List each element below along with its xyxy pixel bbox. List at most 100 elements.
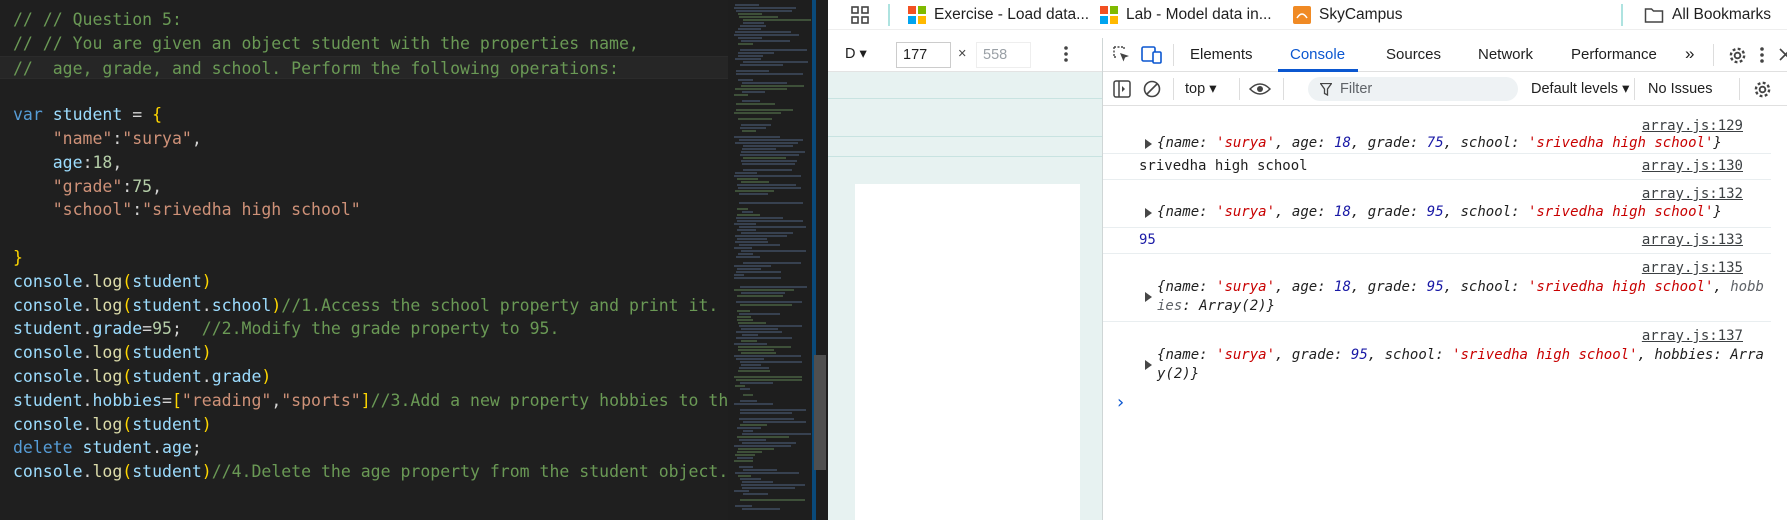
code-line[interactable]: age:18, <box>0 151 728 175</box>
scrollbar-thumb[interactable] <box>814 355 826 470</box>
tab-performance[interactable]: Performance <box>1571 46 1657 63</box>
minimap-line <box>741 328 778 330</box>
log-levels-dropdown[interactable]: Default levels ▾ <box>1531 81 1629 97</box>
minimap-line <box>742 334 758 336</box>
minimap-line <box>737 436 789 438</box>
minimap-line <box>743 493 768 495</box>
source-link[interactable]: array.js:130 <box>1642 158 1743 174</box>
code-line[interactable]: "grade":75, <box>0 175 728 199</box>
minimap-line <box>742 130 756 132</box>
minimap-line <box>743 169 792 171</box>
context-selector[interactable]: top ▾ <box>1185 81 1216 97</box>
width-input[interactable]: 177 <box>896 42 951 68</box>
minimap-line <box>734 277 781 279</box>
height-input[interactable]: 558 <box>976 42 1031 68</box>
device-dropdown[interactable]: D ▾ <box>845 46 867 62</box>
code-line[interactable]: console.log(student) <box>0 270 728 294</box>
minimap-line <box>740 64 783 66</box>
minimap-line <box>739 313 780 315</box>
object-preview[interactable]: {name: 'surya', grade: 95, school: 'sriv… <box>1157 346 1764 384</box>
gear-icon[interactable] <box>1728 46 1747 65</box>
console-toolbar: top ▾ Filter Default levels ▾ No Issues <box>1103 72 1787 106</box>
minimap-line <box>740 424 767 426</box>
minimap-line <box>741 85 804 87</box>
object-preview[interactable]: {name: 'surya', age: 18, grade: 75, scho… <box>1157 135 1722 151</box>
code-line[interactable]: // // Question 5: <box>0 8 728 32</box>
viewport-scrollbar[interactable] <box>1080 184 1102 520</box>
code-line[interactable]: "name":"surya", <box>0 127 728 151</box>
folder-icon <box>1644 8 1664 23</box>
inspect-element-icon[interactable] <box>1113 46 1131 64</box>
code-line-current[interactable]: // age, grade, and school. Perform the f… <box>0 55 728 80</box>
object-preview[interactable]: {name: 'surya', age: 18, grade: 95, scho… <box>1157 278 1764 316</box>
source-link[interactable]: array.js:132 <box>1642 186 1743 202</box>
code-line[interactable]: "school":"srivedha high school" <box>0 198 728 222</box>
device-toggle-icon[interactable] <box>1141 45 1163 65</box>
console-prompt[interactable]: › <box>1115 392 1126 413</box>
code-line[interactable]: console.log(student) <box>0 413 728 437</box>
bookmark-item[interactable]: Exercise - Load data... <box>908 4 1089 26</box>
expand-triangle-icon[interactable] <box>1145 208 1152 218</box>
kebab-menu-icon[interactable] <box>1760 47 1764 63</box>
console-message: srivedha high school array.js:130 <box>1103 154 1771 180</box>
minimap-line <box>734 247 752 249</box>
devtools-panel: Elements Console Sources Network Perform… <box>1103 38 1787 520</box>
editor-minimap[interactable] <box>728 0 812 520</box>
issues-badge[interactable]: No Issues <box>1648 81 1712 97</box>
code-line[interactable]: console.log(student)//4.Delete the age p… <box>0 460 728 484</box>
more-options-icon[interactable] <box>1064 46 1068 62</box>
filter-input[interactable]: Filter <box>1308 77 1518 101</box>
minimap-line <box>737 229 756 231</box>
minimap-line <box>737 214 760 216</box>
expand-triangle-icon[interactable] <box>1145 139 1152 149</box>
source-link[interactable]: array.js:135 <box>1642 260 1743 276</box>
code-line[interactable]: student.hobbies=["reading","sports"]//3.… <box>0 389 728 413</box>
minimap-line <box>734 175 801 177</box>
code-line[interactable]: var student = { <box>0 103 728 127</box>
all-bookmarks-button[interactable]: All Bookmarks <box>1644 4 1771 26</box>
microsoft-logo-icon <box>908 6 926 24</box>
console-output: array.js:129 {name: 'surya', age: 18, gr… <box>1103 106 1787 520</box>
apps-grid-icon[interactable] <box>850 4 870 26</box>
source-link[interactable]: array.js:133 <box>1642 232 1743 248</box>
tab-elements[interactable]: Elements <box>1190 46 1253 63</box>
minimap-line <box>737 295 783 297</box>
minimap-line <box>738 187 801 189</box>
code-line[interactable]: } <box>0 246 728 270</box>
minimap-line <box>739 16 778 18</box>
browser-window: Exercise - Load data... Lab - Model data… <box>828 0 1787 520</box>
sidebar-toggle-icon[interactable] <box>1113 80 1131 98</box>
minimap-line <box>742 211 753 213</box>
code-line[interactable]: console.log(student) <box>0 341 728 365</box>
expand-triangle-icon[interactable] <box>1145 360 1152 370</box>
code-line[interactable]: student.grade=95; //2.Modify the grade p… <box>0 317 728 341</box>
emulated-page[interactable] <box>855 184 1080 520</box>
minimap-line <box>734 289 794 291</box>
editor-scrollbar[interactable] <box>812 0 828 520</box>
code-line[interactable]: delete student.age; <box>0 436 728 460</box>
code-line[interactable] <box>0 222 728 246</box>
code-line[interactable]: console.log(student.grade) <box>0 365 728 389</box>
minimap-line <box>736 358 764 360</box>
tab-sources[interactable]: Sources <box>1386 46 1441 63</box>
minimap-line <box>736 271 781 273</box>
tab-console[interactable]: Console <box>1290 46 1345 63</box>
clear-console-icon[interactable] <box>1143 80 1161 98</box>
object-preview[interactable]: {name: 'surya', age: 18, grade: 95, scho… <box>1157 204 1722 220</box>
more-tabs-chevron-icon[interactable]: » <box>1685 44 1694 64</box>
bookmark-item[interactable]: SkyCampus <box>1293 4 1403 26</box>
source-link[interactable]: array.js:137 <box>1642 328 1743 344</box>
expand-triangle-icon[interactable] <box>1145 292 1152 302</box>
code-editor[interactable]: // // Question 5: // // You are given an… <box>0 0 728 520</box>
minimap-line <box>740 304 792 306</box>
bookmark-separator <box>1621 4 1623 26</box>
live-expression-eye-icon[interactable] <box>1249 82 1271 96</box>
code-line[interactable] <box>0 79 728 103</box>
source-link[interactable]: array.js:129 <box>1642 118 1743 134</box>
console-settings-gear-icon[interactable] <box>1753 80 1772 99</box>
tab-network[interactable]: Network <box>1478 46 1533 63</box>
bookmark-item[interactable]: Lab - Model data in... <box>1100 4 1272 26</box>
close-icon[interactable] <box>1779 48 1787 61</box>
code-line[interactable]: // // You are given an object student wi… <box>0 32 728 56</box>
code-line[interactable]: console.log(student.school)//1.Access th… <box>0 294 728 318</box>
